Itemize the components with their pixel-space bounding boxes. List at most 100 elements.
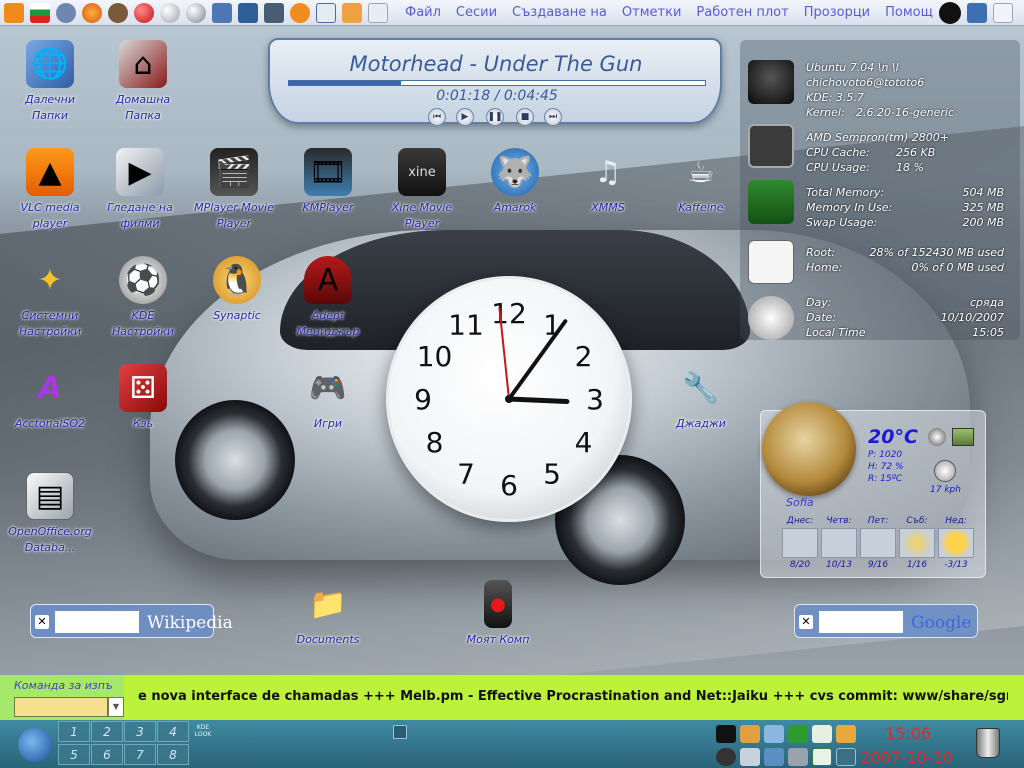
globe-icon[interactable]	[928, 428, 946, 446]
close-icon[interactable]: ✕	[35, 615, 49, 629]
photo-tray-icon[interactable]	[740, 725, 760, 743]
bp-icon[interactable]	[716, 725, 736, 743]
plug-tray-icon[interactable]	[788, 748, 808, 766]
trash-icon[interactable]	[976, 728, 1000, 758]
vlc-cone-icon: ▲	[26, 148, 74, 196]
radar-map-icon[interactable]	[952, 428, 974, 446]
clock-number-8: 8	[426, 426, 444, 459]
icon-kde-settings[interactable]: ⚽ KDE Настройки	[101, 256, 185, 340]
run-command-input[interactable]	[14, 697, 108, 717]
wolf-icon: 🐺	[491, 148, 539, 196]
prev-icon[interactable]: ⏮	[428, 108, 446, 126]
menu-sessions[interactable]: Сесии	[456, 5, 497, 20]
torrent-tray-icon[interactable]	[812, 748, 832, 766]
forecast-temps-3: 1/16	[906, 560, 928, 570]
icon-acctonalso2[interactable]: A AcctonalSO2	[8, 364, 92, 432]
vlc-icon[interactable]	[4, 2, 24, 23]
seek-bar[interactable]	[288, 80, 706, 86]
firefox-icon[interactable]	[82, 2, 102, 23]
icon-adept[interactable]: A Adept Мениджър	[286, 256, 370, 340]
chevron-down-icon[interactable]: ▼	[108, 697, 124, 717]
pager-desktop-1[interactable]: 1	[58, 721, 90, 742]
pager-desktop-4[interactable]: 4	[157, 721, 189, 742]
bulgarian-flag-icon[interactable]	[30, 2, 50, 23]
icon-mplayer[interactable]: 🎬 MPlayer Movie Player	[192, 148, 276, 232]
display-tray-icon[interactable]	[764, 748, 784, 766]
image-icon[interactable]	[342, 2, 362, 23]
panel-clock-date[interactable]: 2007-10-10	[860, 748, 953, 767]
icon-gadgets[interactable]: 🔧 Джаджи	[659, 364, 743, 432]
icon-xmms[interactable]: ♫ XMMS	[566, 148, 650, 216]
icon-openoffice-database[interactable]: ▤ OpenOffice.org Databa...	[8, 472, 92, 556]
icon-games[interactable]: 🎮 Игри	[286, 364, 370, 432]
pager-desktop-3[interactable]: 3	[124, 721, 156, 742]
pause-icon[interactable]: ❚❚	[486, 108, 504, 126]
icon-home-folder[interactable]: ⌂ Домашна Папка	[101, 40, 185, 124]
molecule-icon[interactable]	[316, 2, 336, 23]
icon-kmplayer[interactable]: 🎞 KMPlayer	[286, 148, 370, 216]
icon-synaptic[interactable]: 🐧 Synaptic	[195, 256, 279, 324]
compass-icon[interactable]	[108, 2, 128, 23]
white-ball-icon[interactable]	[160, 2, 180, 23]
play-icon[interactable]: ▶	[456, 108, 474, 126]
photo-icon[interactable]	[264, 2, 284, 23]
network-icon[interactable]	[212, 2, 232, 23]
network-tray-icon[interactable]	[764, 725, 784, 743]
close-icon[interactable]: ✕	[799, 615, 813, 629]
gray-ball-icon[interactable]	[186, 2, 206, 23]
blue-tool-icon[interactable]	[238, 2, 258, 23]
news-ticker-text[interactable]: e nova interface de chamadas +++ Melb.pm…	[138, 689, 1008, 707]
icon-dice[interactable]: ⚄ Кэь	[101, 364, 185, 432]
icon-movie-player[interactable]: ▶ Гледане на филми	[98, 148, 182, 232]
gear-star-icon[interactable]	[56, 2, 76, 23]
kmenu-icon[interactable]	[18, 728, 52, 762]
icon-kaffeine[interactable]: ☕ Kaffeine	[659, 148, 743, 216]
wikipedia-search-input[interactable]	[55, 611, 139, 633]
icon-vlc[interactable]: ▲ VLC media player	[8, 148, 92, 232]
taskbar-window-icon[interactable]	[393, 725, 407, 739]
cloudy-icon	[782, 528, 818, 558]
icon-my-computer[interactable]: ● Моят Комп	[456, 580, 540, 648]
red-ball-icon[interactable]	[134, 2, 154, 23]
feed-icon[interactable]	[290, 2, 310, 23]
menu-file[interactable]: Файл	[405, 5, 441, 20]
notes-tray-icon[interactable]	[836, 725, 856, 743]
show-desktop-icon[interactable]	[966, 2, 987, 23]
weather-pressure: P: 1020	[868, 450, 903, 460]
menu-help[interactable]: Помощ	[885, 5, 933, 20]
cpu-chip-icon	[748, 124, 794, 168]
kde-look-label[interactable]: KDE LOOK	[193, 724, 213, 738]
stop-icon[interactable]: ■	[516, 108, 534, 126]
menu-windows[interactable]: Прозорци	[804, 5, 870, 20]
wireless-tray-icon[interactable]	[836, 748, 856, 766]
checkmark-tray-icon[interactable]	[812, 725, 832, 743]
update-tray-icon[interactable]	[788, 725, 808, 743]
black-ball-icon[interactable]	[938, 1, 961, 24]
window-icon[interactable]	[368, 2, 388, 23]
car-rear-wheel	[175, 400, 295, 520]
icon-amarok[interactable]: 🐺 Amarok	[473, 148, 557, 216]
pager-desktop-7[interactable]: 7	[124, 744, 156, 765]
wind-gauge-icon	[934, 460, 956, 482]
icon-xine[interactable]: xine Xine Movie Player	[380, 148, 464, 232]
tux-drive-icon	[748, 240, 794, 284]
pager-desktop-6[interactable]: 6	[91, 744, 123, 765]
pager-desktop-5[interactable]: 5	[58, 744, 90, 765]
menu-create[interactable]: Създаване на	[512, 5, 607, 20]
sys-cpu-cache: 256 KB	[896, 146, 936, 159]
pager-desktop-2[interactable]: 2	[91, 721, 123, 742]
menu-bookmarks[interactable]: Отметки	[622, 5, 681, 20]
sys-kernel: 2.6.20-16-generic	[856, 106, 955, 119]
volume-tray-icon[interactable]	[716, 748, 736, 766]
icon-remote-folders[interactable]: 🌐 Далечни Папки	[8, 40, 92, 124]
next-icon[interactable]: ⏭	[544, 108, 562, 126]
sys-cpu-cache-label: CPU Cache:	[806, 146, 870, 159]
google-search-input[interactable]	[819, 611, 903, 633]
icon-documents[interactable]: 📁 Documents	[286, 580, 370, 648]
menu-desktop[interactable]: Работен плот	[696, 5, 788, 20]
notes-icon[interactable]	[992, 2, 1013, 23]
panel-clock-time[interactable]: 15:06	[885, 724, 931, 743]
pager-desktop-8[interactable]: 8	[157, 744, 189, 765]
icon-system-settings[interactable]: ✦ Системни Настройки	[8, 256, 92, 340]
clipboard-tray-icon[interactable]	[740, 748, 760, 766]
